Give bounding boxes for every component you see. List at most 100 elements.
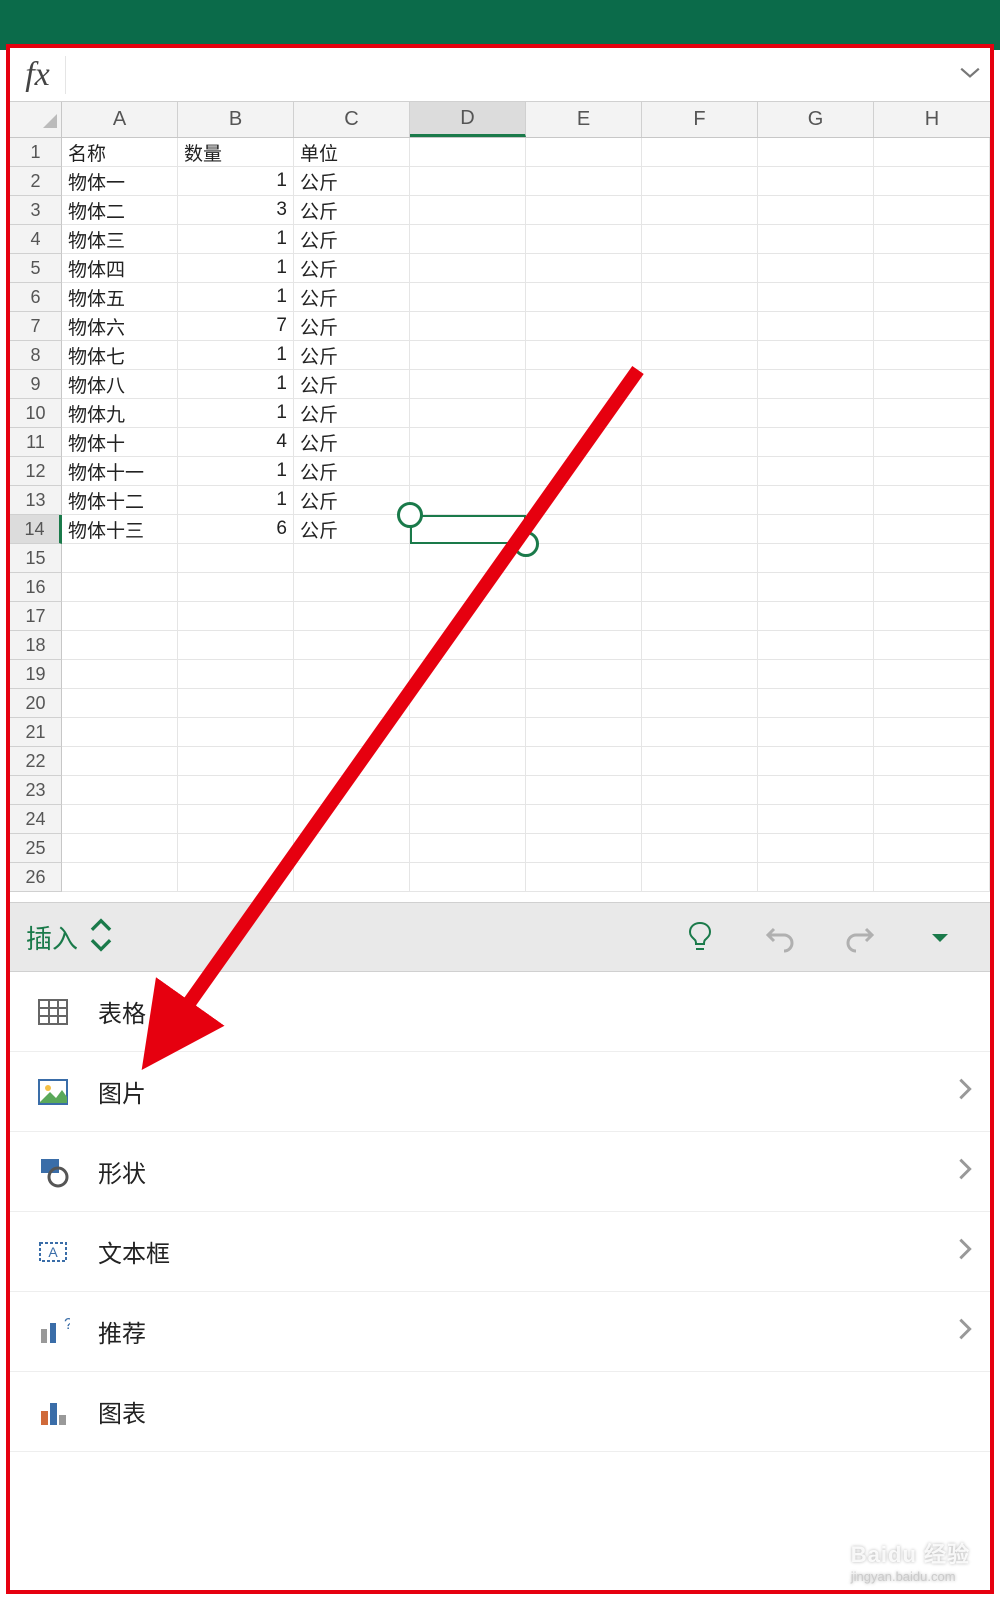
row-header[interactable]: 20 (10, 689, 62, 718)
cell[interactable] (526, 863, 642, 892)
cell[interactable] (410, 544, 526, 573)
cell[interactable] (642, 834, 758, 863)
cell[interactable] (410, 196, 526, 225)
cell[interactable] (410, 225, 526, 254)
cell[interactable] (874, 515, 990, 544)
row-header[interactable]: 26 (10, 863, 62, 892)
cell[interactable] (410, 486, 526, 515)
cell[interactable] (178, 689, 294, 718)
cell[interactable] (178, 863, 294, 892)
cell[interactable] (62, 689, 178, 718)
cell[interactable]: 物体十 (62, 428, 178, 457)
row-header[interactable]: 10 (10, 399, 62, 428)
cell[interactable]: 名称 (62, 138, 178, 167)
menu-item-recommend[interactable]: ?推荐 (10, 1292, 990, 1372)
cell[interactable]: 公斤 (294, 457, 410, 486)
cell[interactable] (874, 167, 990, 196)
cell[interactable] (410, 747, 526, 776)
cell[interactable] (758, 167, 874, 196)
formula-input[interactable] (66, 48, 950, 101)
cell[interactable]: 1 (178, 457, 294, 486)
cell[interactable] (294, 631, 410, 660)
cell[interactable] (874, 196, 990, 225)
column-header[interactable]: C (294, 102, 410, 137)
cell[interactable]: 4 (178, 428, 294, 457)
tab-switcher-icon[interactable] (88, 915, 128, 960)
cell[interactable] (874, 283, 990, 312)
cell[interactable] (642, 138, 758, 167)
cell[interactable] (410, 863, 526, 892)
cell[interactable] (642, 776, 758, 805)
cell[interactable] (410, 457, 526, 486)
cell[interactable]: 1 (178, 370, 294, 399)
row-header[interactable]: 16 (10, 573, 62, 602)
cell[interactable] (874, 312, 990, 341)
cell[interactable] (642, 747, 758, 776)
sheet-body[interactable]: 1名称数量单位2物体一1公斤3物体二3公斤4物体三1公斤5物体四1公斤6物体五1… (10, 138, 990, 892)
cell[interactable] (410, 805, 526, 834)
cell[interactable] (642, 167, 758, 196)
cell[interactable]: 物体五 (62, 283, 178, 312)
cell[interactable]: 1 (178, 167, 294, 196)
cell[interactable]: 1 (178, 283, 294, 312)
row-header[interactable]: 1 (10, 138, 62, 167)
cell[interactable] (178, 544, 294, 573)
cell[interactable]: 物体一 (62, 167, 178, 196)
row-header[interactable]: 13 (10, 486, 62, 515)
cell[interactable] (758, 863, 874, 892)
cell[interactable] (758, 805, 874, 834)
cell[interactable]: 物体三 (62, 225, 178, 254)
cell[interactable] (874, 631, 990, 660)
menu-item-shape[interactable]: 形状 (10, 1132, 990, 1212)
cell[interactable] (526, 457, 642, 486)
menu-item-chart[interactable]: 图表 (10, 1372, 990, 1452)
cell[interactable]: 物体七 (62, 341, 178, 370)
cell[interactable]: 公斤 (294, 486, 410, 515)
cell[interactable] (526, 718, 642, 747)
cell[interactable] (62, 660, 178, 689)
cell[interactable] (758, 254, 874, 283)
cell[interactable] (758, 573, 874, 602)
column-header[interactable]: G (758, 102, 874, 137)
cell[interactable] (62, 602, 178, 631)
cell[interactable] (526, 225, 642, 254)
tell-me-icon[interactable] (660, 919, 740, 955)
cell[interactable] (410, 573, 526, 602)
cell[interactable] (642, 370, 758, 399)
cell[interactable] (758, 486, 874, 515)
row-header[interactable]: 5 (10, 254, 62, 283)
expand-formula-icon[interactable] (950, 65, 990, 84)
cell[interactable] (410, 312, 526, 341)
cell[interactable] (410, 167, 526, 196)
cell[interactable] (642, 573, 758, 602)
cell[interactable] (758, 399, 874, 428)
cell[interactable] (526, 660, 642, 689)
cell[interactable] (410, 370, 526, 399)
cell[interactable] (410, 138, 526, 167)
cell[interactable] (874, 689, 990, 718)
cell[interactable] (758, 225, 874, 254)
cell[interactable] (642, 660, 758, 689)
cell[interactable] (526, 544, 642, 573)
cell[interactable] (294, 602, 410, 631)
cell[interactable] (874, 399, 990, 428)
cell[interactable]: 公斤 (294, 515, 410, 544)
cell[interactable] (758, 428, 874, 457)
cell[interactable] (410, 602, 526, 631)
cell[interactable] (758, 196, 874, 225)
cell[interactable] (642, 428, 758, 457)
cell[interactable]: 1 (178, 254, 294, 283)
cell[interactable] (526, 486, 642, 515)
cell[interactable] (874, 341, 990, 370)
cell[interactable] (526, 428, 642, 457)
cell[interactable] (62, 805, 178, 834)
cell[interactable] (526, 747, 642, 776)
column-header[interactable]: B (178, 102, 294, 137)
cell[interactable] (526, 805, 642, 834)
cell[interactable] (294, 805, 410, 834)
cell[interactable] (758, 602, 874, 631)
cell[interactable]: 公斤 (294, 254, 410, 283)
row-header[interactable]: 9 (10, 370, 62, 399)
cell[interactable] (178, 834, 294, 863)
cell[interactable] (526, 312, 642, 341)
